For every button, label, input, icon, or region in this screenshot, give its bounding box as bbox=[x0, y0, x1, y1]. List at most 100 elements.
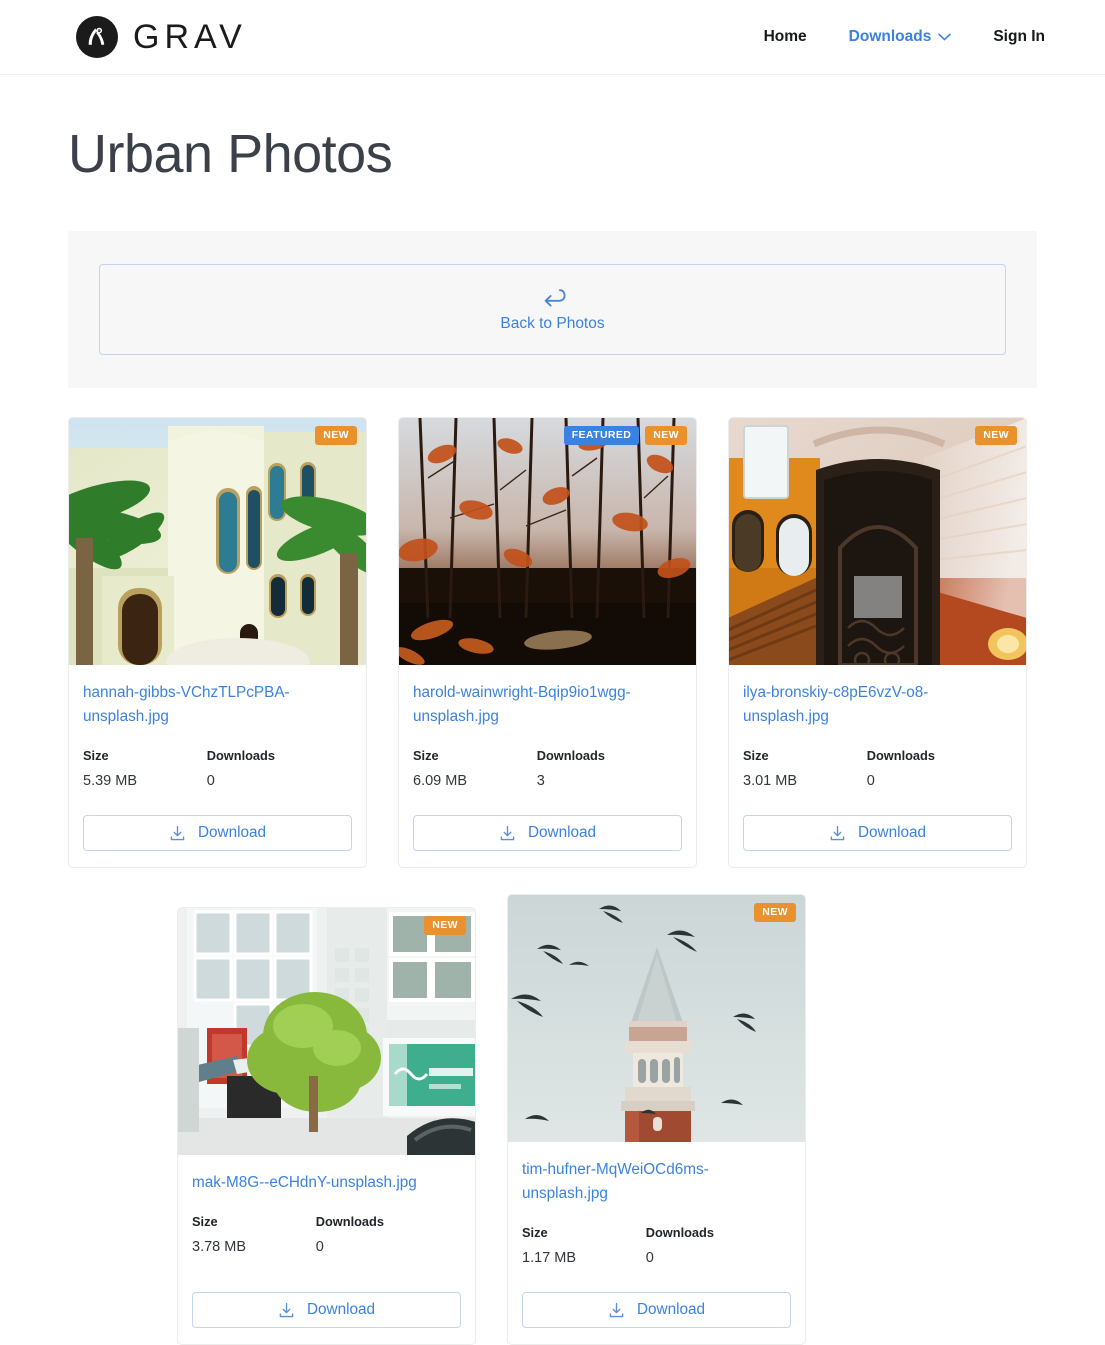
site-header: GRAV Home Downloads Sign In bbox=[0, 0, 1105, 75]
download-icon bbox=[499, 825, 516, 842]
card-badges: NEW bbox=[424, 916, 466, 935]
card-filename-link[interactable]: tim-hufner-MqWeiOCd6ms-unsplash.jpg bbox=[522, 1158, 791, 1206]
card-body: ilya-bronskiy-c8pE6vzV-o8-unsplash.jpg S… bbox=[729, 665, 1026, 793]
card-filename-link[interactable]: mak-M8G--eCHdnY-unsplash.jpg bbox=[192, 1171, 461, 1195]
download-button[interactable]: Download bbox=[743, 815, 1012, 852]
meta-downloads-value: 3 bbox=[536, 772, 545, 789]
nav-item-label: Downloads bbox=[848, 28, 932, 45]
nav-item-downloads[interactable]: Downloads bbox=[849, 28, 952, 46]
photo-card: NEW ilya-bronskiy-c8pE6vzV-o8-unsplash.j… bbox=[728, 417, 1027, 869]
card-body: hannah-gibbs-VChzTLPcPBA-unsplash.jpg Si… bbox=[69, 665, 366, 793]
meta-downloads: Downloads 0 bbox=[207, 746, 342, 793]
card-thumbnail[interactable]: NEW bbox=[69, 418, 366, 666]
card-badges: NEW bbox=[315, 426, 357, 445]
meta-size-value: 1.17 MB bbox=[522, 1249, 576, 1266]
nav-item-label: Sign In bbox=[993, 28, 1045, 45]
chevron-down-icon bbox=[938, 28, 952, 46]
page-content: Urban Photos Back to Photos NEW hannah-g… bbox=[0, 123, 1105, 1345]
card-footer: Download bbox=[508, 1270, 805, 1344]
meta-downloads-label: Downloads bbox=[536, 748, 605, 764]
download-button[interactable]: Download bbox=[413, 815, 682, 852]
card-meta: Size 1.17 MB Downloads 0 bbox=[522, 1223, 791, 1270]
card-footer: Download bbox=[399, 793, 696, 867]
meta-downloads-value: 0 bbox=[645, 1249, 654, 1266]
download-icon bbox=[829, 825, 846, 842]
meta-size: Size 5.39 MB bbox=[83, 746, 207, 793]
card-thumbnail[interactable]: NEW bbox=[729, 418, 1026, 666]
card-filename-link[interactable]: harold-wainwright-Bqip9io1wgg-unsplash.j… bbox=[413, 681, 682, 729]
meta-size-value: 6.09 MB bbox=[413, 772, 467, 789]
photo-card: FEATURED NEW harold-wainwright-Bqip9io1w… bbox=[398, 417, 697, 869]
download-icon bbox=[169, 825, 186, 842]
brand-name: GRAV bbox=[133, 18, 247, 56]
download-icon bbox=[608, 1302, 625, 1319]
download-button-label: Download bbox=[306, 1301, 376, 1319]
download-button[interactable]: Download bbox=[83, 815, 352, 852]
card-thumbnail[interactable]: NEW bbox=[508, 895, 805, 1143]
badge-new: NEW bbox=[645, 426, 687, 445]
nav-item-sign-in[interactable]: Sign In bbox=[993, 28, 1045, 46]
card-meta: Size 5.39 MB Downloads 0 bbox=[83, 746, 352, 793]
meta-size-label: Size bbox=[413, 748, 439, 764]
meta-size-value: 3.78 MB bbox=[192, 1238, 246, 1255]
badge-featured: FEATURED bbox=[563, 426, 640, 445]
card-thumbnail[interactable]: NEW bbox=[178, 908, 475, 1156]
card-filename-link[interactable]: hannah-gibbs-VChzTLPcPBA-unsplash.jpg bbox=[83, 681, 352, 729]
badge-new: NEW bbox=[315, 426, 357, 445]
back-to-photos-button[interactable]: Back to Photos bbox=[99, 264, 1006, 356]
card-body: mak-M8G--eCHdnY-unsplash.jpg Size 3.78 M… bbox=[178, 1155, 475, 1270]
return-arrow-icon bbox=[540, 286, 566, 308]
meta-downloads-value: 0 bbox=[866, 772, 875, 789]
download-button[interactable]: Download bbox=[522, 1292, 791, 1329]
meta-downloads: Downloads 3 bbox=[537, 746, 672, 793]
badge-new: NEW bbox=[754, 903, 796, 922]
photo-card: NEW tim-hufner-MqWeiOCd6ms-unsplash.jpg … bbox=[507, 894, 806, 1345]
nav-item-home[interactable]: Home bbox=[764, 28, 807, 46]
download-button[interactable]: Download bbox=[192, 1292, 461, 1329]
page-title: Urban Photos bbox=[68, 124, 393, 184]
download-icon bbox=[278, 1302, 295, 1319]
card-filename-link[interactable]: ilya-bronskiy-c8pE6vzV-o8-unsplash.jpg bbox=[743, 681, 1012, 729]
photo-card-grid-row-2: NEW mak-M8G--eCHdnY-unsplash.jpg Size 3.… bbox=[68, 894, 1037, 1345]
back-to-photos-label: Back to Photos bbox=[500, 315, 605, 333]
card-badges: FEATURED NEW bbox=[563, 426, 687, 445]
badge-new: NEW bbox=[975, 426, 1017, 445]
meta-size-label: Size bbox=[522, 1225, 548, 1241]
meta-downloads-label: Downloads bbox=[206, 748, 275, 764]
meta-downloads-value: 0 bbox=[315, 1238, 324, 1255]
card-thumbnail[interactable]: FEATURED NEW bbox=[399, 418, 696, 666]
meta-size-label: Size bbox=[743, 748, 769, 764]
card-badges: NEW bbox=[975, 426, 1017, 445]
meta-downloads-label: Downloads bbox=[315, 1214, 384, 1230]
meta-size: Size 3.01 MB bbox=[743, 746, 867, 793]
brand-logo-link[interactable]: GRAV bbox=[76, 16, 247, 58]
download-button-label: Download bbox=[636, 1301, 706, 1319]
card-badges: NEW bbox=[754, 903, 796, 922]
card-footer: Download bbox=[178, 1270, 475, 1344]
download-button-label: Download bbox=[197, 824, 267, 842]
meta-size: Size 3.78 MB bbox=[192, 1212, 316, 1259]
meta-downloads-label: Downloads bbox=[866, 748, 935, 764]
meta-size: Size 6.09 MB bbox=[413, 746, 537, 793]
meta-size-label: Size bbox=[83, 748, 109, 764]
meta-size: Size 1.17 MB bbox=[522, 1223, 646, 1270]
download-button-label: Download bbox=[857, 824, 927, 842]
nav-item-label: Home bbox=[763, 28, 807, 45]
back-panel: Back to Photos bbox=[68, 231, 1037, 389]
meta-size-value: 5.39 MB bbox=[83, 772, 137, 789]
card-footer: Download bbox=[69, 793, 366, 867]
meta-size-label: Size bbox=[192, 1214, 218, 1230]
card-meta: Size 3.01 MB Downloads 0 bbox=[743, 746, 1012, 793]
card-meta: Size 3.78 MB Downloads 0 bbox=[192, 1212, 461, 1259]
download-button-label: Download bbox=[527, 824, 597, 842]
photo-card: NEW mak-M8G--eCHdnY-unsplash.jpg Size 3.… bbox=[177, 907, 476, 1345]
meta-downloads-label: Downloads bbox=[645, 1225, 714, 1241]
main-navigation: Home Downloads Sign In bbox=[764, 28, 1045, 46]
card-footer: Download bbox=[729, 793, 1026, 867]
photo-card: NEW hannah-gibbs-VChzTLPcPBA-unsplash.jp… bbox=[68, 417, 367, 869]
card-body: harold-wainwright-Bqip9io1wgg-unsplash.j… bbox=[399, 665, 696, 793]
meta-downloads: Downloads 0 bbox=[316, 1212, 451, 1259]
meta-size-value: 3.01 MB bbox=[743, 772, 797, 789]
card-meta: Size 6.09 MB Downloads 3 bbox=[413, 746, 682, 793]
meta-downloads-value: 0 bbox=[206, 772, 215, 789]
